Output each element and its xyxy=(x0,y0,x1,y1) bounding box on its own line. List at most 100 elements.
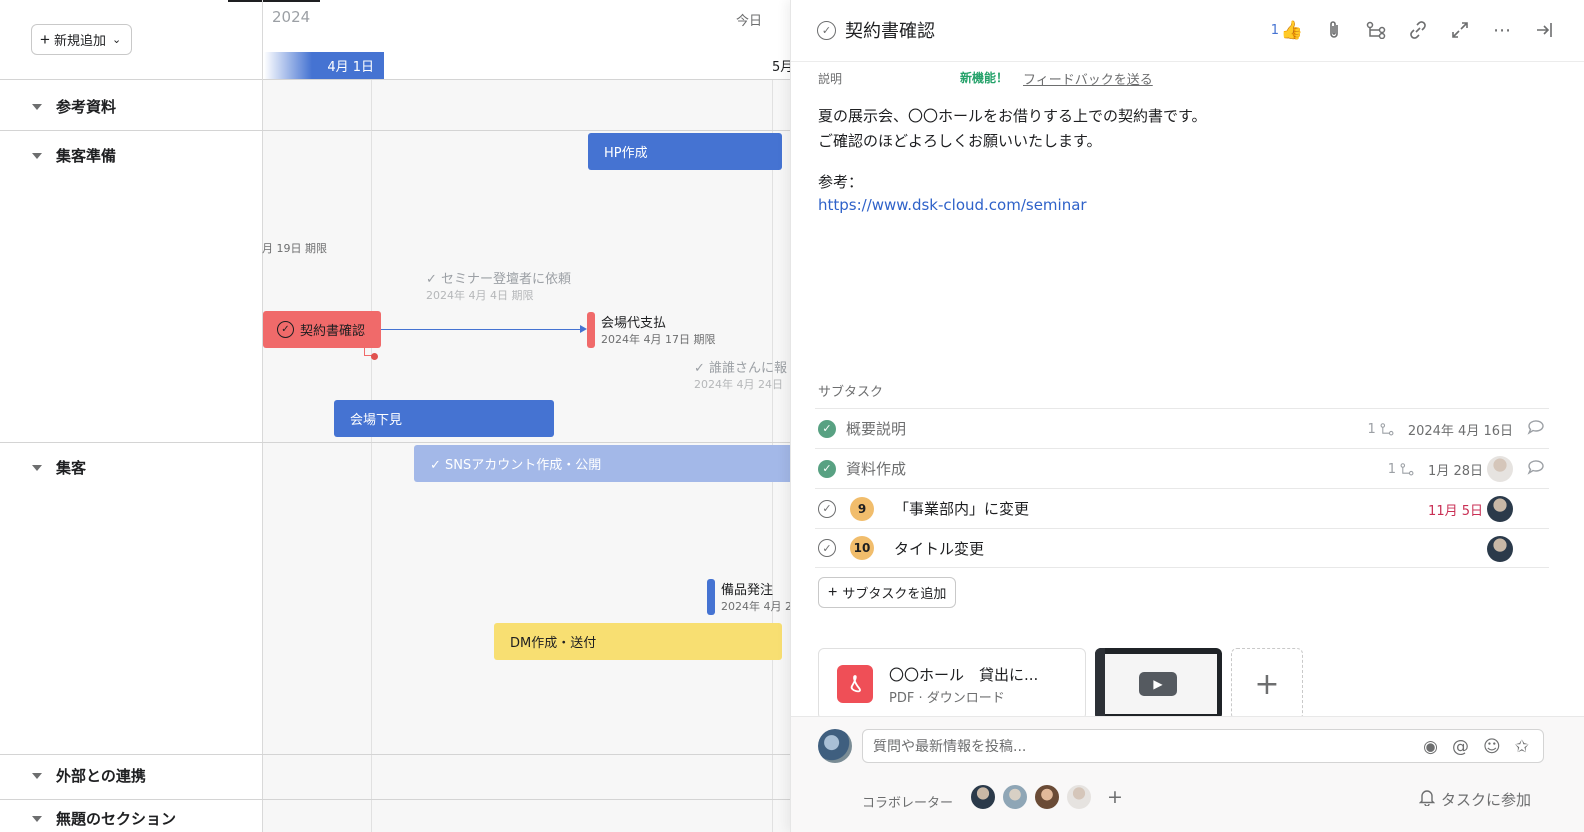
attachment-video[interactable]: ▶ xyxy=(1095,648,1222,720)
header-toolbar: 1 👍 ⋯ xyxy=(1271,18,1555,42)
add-attachment-button[interactable]: + xyxy=(1231,648,1303,720)
task-venue-payment[interactable]: 会場代支払 2024年 4月 17日 期限 xyxy=(587,312,715,348)
completed-check-icon[interactable]: ✓ xyxy=(818,459,836,478)
close-panel-icon[interactable] xyxy=(1533,18,1555,42)
section-preparation[interactable]: 集客準備 xyxy=(32,145,116,166)
thumbs-up-icon[interactable]: 👍 xyxy=(1281,18,1303,42)
subtask-meta: 1 2024年 4月 16日 xyxy=(1368,409,1545,449)
subtask-icon xyxy=(1380,423,1394,436)
caret-down-icon xyxy=(32,152,42,159)
completed-check-icon[interactable]: ✓ xyxy=(818,419,836,438)
task-date: 2024年 4月 2 xyxy=(721,600,792,613)
task-bar-hp[interactable]: HP作成 xyxy=(588,133,782,170)
task-color-tick xyxy=(707,579,715,615)
task-report[interactable]: ✓ 誰誰さんに報 2024年 4月 24日 xyxy=(694,357,787,392)
task-date: 2024年 4月 24日 xyxy=(694,378,783,391)
subtask-icon[interactable] xyxy=(1365,18,1387,42)
check-circle-icon: ✓ xyxy=(277,321,294,338)
assignee-avatar[interactable] xyxy=(1487,536,1513,562)
mark-complete-icon[interactable]: ✓ xyxy=(817,21,836,40)
task-seminar-request[interactable]: ✓ セミナー登壇者に依頼 2024年 4月 4日 期限 xyxy=(426,268,571,303)
description-label: 説明 xyxy=(818,72,843,86)
link-icon[interactable] xyxy=(1407,18,1429,42)
subtask-row[interactable]: ✓ 10 タイトル変更 xyxy=(815,528,1549,568)
task-bar-label: 契約書確認 xyxy=(300,324,366,339)
expand-icon[interactable] xyxy=(1449,18,1471,42)
subtask-icon xyxy=(1400,463,1414,476)
subtask-due-date[interactable]: 11月 5日 xyxy=(1428,500,1483,519)
add-collaborator-icon[interactable]: + xyxy=(1107,786,1123,808)
like-count: 1 xyxy=(1270,22,1279,38)
active-tab-indicator xyxy=(228,0,320,2)
collaborator-list: + xyxy=(969,783,1123,811)
emoji-icon[interactable]: ☺ xyxy=(1483,737,1501,757)
more-options-icon[interactable]: ⋯ xyxy=(1491,18,1513,42)
panel-header: ✓ 契約書確認 1 👍 ⋯ xyxy=(791,0,1584,62)
collaborator-avatar[interactable] xyxy=(1001,783,1029,811)
join-task-button[interactable]: タスクに参加 xyxy=(1418,789,1531,810)
description-line: 夏の展示会、〇〇ホールをお借りする上での契約書です。 xyxy=(818,107,1207,125)
subtask-row[interactable]: ✓ 概要説明 1 2024年 4月 16日 xyxy=(815,408,1549,448)
subtask-row[interactable]: ✓ 資料作成 1 1月 28日 xyxy=(815,448,1549,488)
feedback-link[interactable]: フィードバックを送る xyxy=(1023,69,1153,88)
timeline-view: + 新規追加 ⌄ 2024 今日 4月 1日 5月 参考資料 集客準備 集客 外… xyxy=(0,0,800,832)
section-references[interactable]: 参考資料 xyxy=(32,96,116,117)
description-body[interactable]: 夏の展示会、〇〇ホールをお借りする上での契約書です。 ご確認のほどよろしくお願い… xyxy=(818,104,1558,154)
collaborator-avatar[interactable] xyxy=(969,783,997,811)
dependency-arrow-icon xyxy=(580,325,587,333)
task-name: 備品発注 xyxy=(721,583,774,598)
comment-icon[interactable] xyxy=(1527,459,1545,479)
app-page: + 新規追加 ⌄ 2024 今日 4月 1日 5月 参考資料 集客準備 集客 外… xyxy=(0,0,1584,832)
task-title[interactable]: 契約書確認 xyxy=(845,17,935,43)
collaborator-avatar[interactable] xyxy=(1065,783,1093,811)
attachment-pdf[interactable]: 〇〇ホール 貸出に... PDF · ダウンロード xyxy=(818,648,1086,720)
add-new-button[interactable]: + 新規追加 ⌄ xyxy=(31,24,133,55)
task-bar-contract[interactable]: ✓ 契約書確認 xyxy=(263,311,381,348)
new-feature-badge: 新機能！ xyxy=(960,71,1009,85)
reference-link[interactable]: https://www.dsk-cloud.com/seminar xyxy=(818,196,1087,214)
check-circle-icon[interactable]: ✓ xyxy=(818,499,836,518)
task-bar-venue-visit[interactable]: 会場下見 xyxy=(334,400,554,437)
comment-icon[interactable] xyxy=(1527,419,1545,439)
caret-down-icon xyxy=(32,772,42,779)
task-name: 会場代支払 xyxy=(601,316,667,331)
section-external[interactable]: 外部との連携 xyxy=(32,765,146,786)
task-detail-panel: ✓ 契約書確認 1 👍 ⋯ 説明 新機能！ フィードバックを送る 夏の展示会、〇… xyxy=(790,0,1584,832)
description-line: ご確認のほどよろしくお願いいたします。 xyxy=(818,132,1102,150)
section-divider xyxy=(0,442,800,443)
subtask-row[interactable]: ✓ 9 「事業部内」に変更 11月 5日 xyxy=(815,488,1549,528)
section-attract[interactable]: 集客 xyxy=(32,457,86,478)
comment-input[interactable]: 質問や最新情報を投稿... ◉ @ ☺ ✩ xyxy=(862,729,1544,763)
task-name: ✓ 誰誰さんに報 xyxy=(694,361,788,376)
subtask-due-date[interactable]: 1月 28日 xyxy=(1428,460,1483,479)
subtask-due-date[interactable]: 2024年 4月 16日 xyxy=(1408,420,1513,439)
month-april-header: 4月 1日 xyxy=(264,52,384,79)
check-circle-icon[interactable]: ✓ xyxy=(818,539,836,557)
mention-icon[interactable]: @ xyxy=(1452,737,1469,757)
task-bar-dm[interactable]: DM作成・送付 xyxy=(494,623,782,660)
attachment-type[interactable]: PDF · ダウンロード xyxy=(889,687,1005,706)
dependency-handle[interactable] xyxy=(371,353,378,360)
add-subtask-button[interactable]: + サブタスクを追加 xyxy=(818,577,957,608)
section-divider xyxy=(0,799,800,800)
assignee-avatar[interactable] xyxy=(1487,496,1513,522)
caret-down-icon xyxy=(32,103,42,110)
collaborator-avatar[interactable] xyxy=(1033,783,1061,811)
task-equipment-order[interactable]: 備品発注 2024年 4月 2 xyxy=(707,579,792,615)
subtask-list: ✓ 概要説明 1 2024年 4月 16日 ✓ 資料作成 1 1月 28日 ✓ … xyxy=(815,408,1549,568)
subtask-meta: 11月 5日 xyxy=(1428,489,1513,529)
grid-line-april xyxy=(371,80,372,832)
paperclip-icon[interactable] xyxy=(1323,18,1345,42)
task-bar-sns[interactable]: ✓ SNSアカウント作成・公開 xyxy=(414,445,800,482)
subtask-number-badge: 10 xyxy=(850,536,874,560)
task-color-tick xyxy=(587,312,595,348)
section-label: 無題のセクション xyxy=(56,810,177,828)
section-divider xyxy=(0,754,800,755)
play-icon[interactable]: ▶ xyxy=(1139,672,1177,696)
section-label: 外部との連携 xyxy=(56,767,146,785)
section-untitled[interactable]: 無題のセクション xyxy=(32,808,176,829)
record-icon[interactable]: ◉ xyxy=(1423,737,1438,757)
assignee-avatar[interactable] xyxy=(1487,456,1513,482)
star-icon[interactable]: ✩ xyxy=(1515,737,1529,757)
pdf-icon xyxy=(837,665,873,703)
